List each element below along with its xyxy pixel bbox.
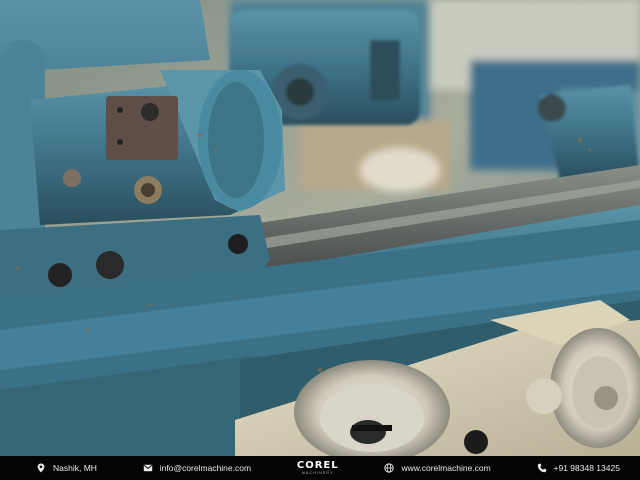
email-item[interactable]: info@corelmachine.com	[143, 463, 251, 473]
email-link[interactable]: info@corelmachine.com	[160, 463, 251, 473]
phone-text[interactable]: +91 98348 13425	[554, 463, 620, 473]
brand-tagline: MACHINERY	[301, 470, 334, 475]
phone-icon	[537, 463, 547, 473]
website-link[interactable]: www.corelmachine.com	[401, 463, 490, 473]
contact-footer-bar: Nashik, MH info@corelmachine.com COREL M…	[0, 456, 640, 480]
phone-item[interactable]: +91 98348 13425	[537, 463, 620, 473]
globe-icon	[384, 463, 395, 473]
location-item: Nashik, MH	[36, 463, 97, 473]
machine-photo	[0, 0, 640, 456]
brand-logo: COREL MACHINERY	[296, 459, 339, 476]
email-icon	[143, 463, 153, 473]
photo-frame: Nashik, MH info@corelmachine.com COREL M…	[0, 0, 640, 480]
location-text: Nashik, MH	[53, 463, 97, 473]
brand-name: COREL	[296, 459, 339, 471]
website-item[interactable]: www.corelmachine.com	[384, 463, 491, 473]
location-pin-icon	[36, 463, 46, 473]
